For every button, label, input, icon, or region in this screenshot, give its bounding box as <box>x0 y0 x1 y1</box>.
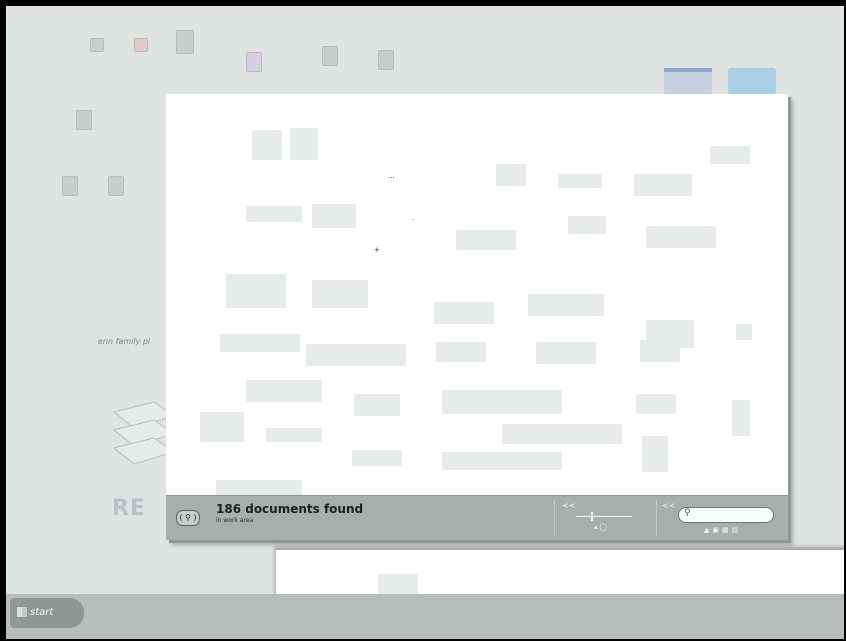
search-button[interactable]: ( ⚲ ) <box>176 510 200 526</box>
desktop-icon[interactable] <box>322 46 338 66</box>
document-thumbnail[interactable] <box>352 450 402 466</box>
document-thumbnail[interactable] <box>636 394 676 414</box>
document-thumbnail[interactable] <box>266 428 322 442</box>
document-thumbnail[interactable] <box>710 146 750 164</box>
document-thumbnail[interactable] <box>246 380 322 402</box>
document-thumbnail[interactable] <box>312 280 368 308</box>
documents-count-subtitle: in work area <box>216 517 254 524</box>
zoom-slider[interactable] <box>576 516 632 517</box>
zoom-icons[interactable]: ▴◯ <box>594 523 609 531</box>
document-thumbnail[interactable] <box>246 206 302 222</box>
document-thumbnail[interactable] <box>496 164 526 186</box>
document-thumbnail[interactable] <box>434 302 494 324</box>
cursor-mark: · <box>412 216 415 224</box>
start-button[interactable]: start <box>10 598 84 628</box>
document-thumbnail[interactable] <box>354 394 400 416</box>
view-mode-icons[interactable]: ▲▣▦▤ <box>704 526 741 534</box>
document-thumbnail[interactable] <box>456 230 516 250</box>
document-thumbnail[interactable] <box>226 274 286 308</box>
document-thumbnail[interactable] <box>536 342 596 364</box>
zoom-slider-thumb[interactable] <box>591 512 593 521</box>
document-thumbnail[interactable] <box>732 400 750 436</box>
magnifier-icon: ⚲ <box>684 508 691 518</box>
cursor-mark: ··· <box>388 174 395 182</box>
taskbar: start <box>6 594 844 639</box>
collapse-search-button[interactable]: << <box>662 501 675 510</box>
brand-logo-text: RE <box>112 496 146 521</box>
document-thumbnail[interactable] <box>528 294 604 316</box>
search-field[interactable]: ⚲ <box>678 507 774 523</box>
document-browser-window[interactable]: ··· + · ( ⚲ ) 186 documents found in wor… <box>166 94 788 540</box>
document-thumbnail[interactable] <box>252 130 282 160</box>
divider <box>554 500 555 536</box>
desktop-tile[interactable] <box>728 68 776 94</box>
desktop-tile[interactable] <box>664 68 712 94</box>
desktop-icon[interactable] <box>62 176 78 196</box>
document-thumbnail[interactable] <box>442 390 562 414</box>
status-bar: ( ⚲ ) 186 documents found in work area <… <box>166 495 788 540</box>
desktop-icon[interactable] <box>176 30 194 54</box>
document-thumbnail[interactable] <box>436 342 486 362</box>
document-thumbnail[interactable] <box>220 334 300 352</box>
document-thumbnail[interactable] <box>558 174 602 188</box>
search-icon: ( ⚲ ) <box>179 513 197 522</box>
document-thumbnail[interactable] <box>216 480 302 496</box>
start-label: start <box>30 607 54 618</box>
document-thumbnail[interactable] <box>642 436 668 472</box>
desktop-text: enn family pi <box>98 337 151 346</box>
desktop-icon[interactable] <box>134 38 148 52</box>
document-thumbnail[interactable] <box>200 412 244 442</box>
windows-flag-icon <box>17 607 27 617</box>
document-thumbnail[interactable] <box>442 452 562 470</box>
collapse-zoom-button[interactable]: << <box>562 501 575 510</box>
divider <box>656 500 657 536</box>
desktop-icon[interactable] <box>108 176 124 196</box>
document-thumbnail[interactable] <box>634 174 692 196</box>
document-thumbnail[interactable] <box>736 324 752 340</box>
document-thumbnail[interactable] <box>502 424 622 444</box>
desktop-icon[interactable] <box>246 52 262 72</box>
desktop: enn family pi RE ··· + · (⚲) 186 docum… <box>6 6 844 639</box>
document-thumbnail[interactable] <box>640 340 680 362</box>
document-thumbnail[interactable] <box>312 204 356 228</box>
zoom-in-icon[interactable]: ◯ <box>600 523 610 531</box>
document-thumbnail[interactable] <box>306 344 406 366</box>
layers-graphic <box>112 402 174 465</box>
document-thumbnail[interactable] <box>290 128 318 160</box>
desktop-icon[interactable] <box>378 50 394 70</box>
document-thumbnail[interactable] <box>646 226 716 248</box>
search-input[interactable] <box>697 509 767 520</box>
documents-count: 186 documents found <box>216 502 364 516</box>
cursor-mark: + <box>374 246 380 254</box>
document-thumbnail[interactable] <box>568 216 606 234</box>
desktop-icon[interactable] <box>76 110 92 130</box>
desktop-icon[interactable] <box>90 38 104 52</box>
